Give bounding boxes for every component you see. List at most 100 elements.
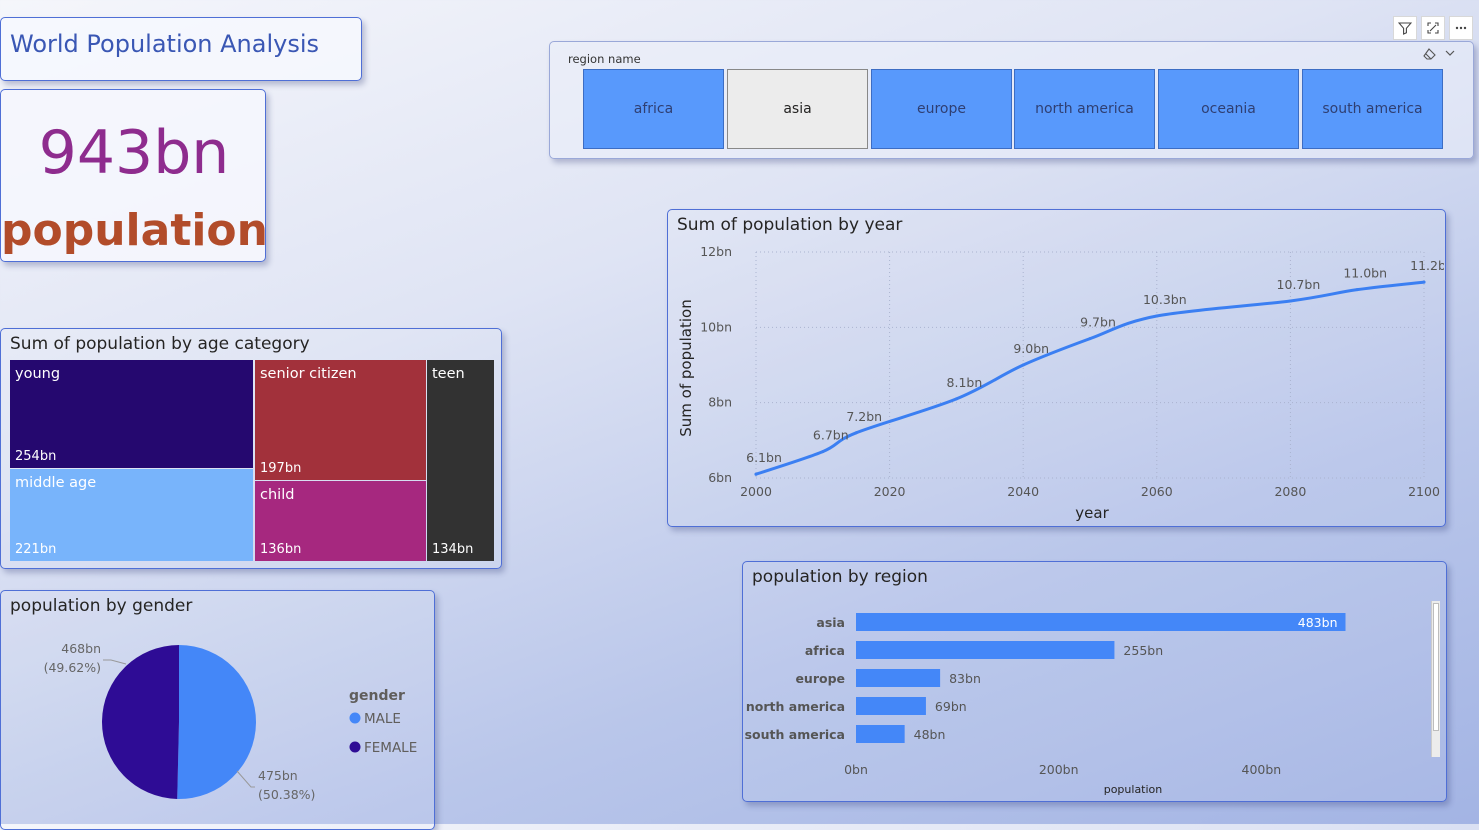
bar-value-label: 255bn [1123, 643, 1163, 658]
x-axis-label: year [1075, 504, 1109, 522]
slice-percent-label: (49.62%) [44, 660, 101, 675]
bar-chart-card: population by region asia 483bn africa 255b… [742, 561, 1447, 802]
scrollbar-thumb[interactable] [1433, 603, 1439, 731]
data-point [954, 397, 958, 401]
treemap-cell-value: 136bn [260, 542, 302, 557]
bar-europe [856, 669, 941, 687]
bar-value-label: 483bn [1298, 615, 1338, 630]
category-label: north america [746, 699, 845, 714]
treemap-cell-senior-citizen[interactable]: senior citizen 197bn [255, 360, 426, 480]
legend-label: FEMALE [364, 740, 417, 756]
bar-asia [856, 613, 1346, 631]
slice-value-label: 468bn [61, 641, 101, 656]
bar-value-label: 48bn [914, 727, 946, 742]
more-options-icon[interactable] [1449, 16, 1473, 40]
bar-value-label: 83bn [949, 671, 981, 686]
data-point [754, 472, 758, 476]
treemap-title: Sum of population by age category [10, 334, 310, 354]
pie-chart: 475bn (50.38%) 468bn (49.62%) gender MALE FEMA… [44, 641, 418, 802]
kpi-label: population [1, 205, 268, 256]
category-label: africa [805, 643, 845, 658]
region-slicer: region name africa asia europe north ame… [549, 41, 1474, 159]
y-tick-label: 12bn [700, 244, 732, 259]
legend-marker [349, 741, 361, 753]
leader-line [103, 659, 127, 665]
data-point [1021, 363, 1025, 367]
category-label: europe [795, 671, 845, 686]
data-point [854, 431, 858, 435]
pie-slice-female [101, 645, 179, 799]
data-point [821, 450, 825, 454]
legend-marker [349, 712, 361, 724]
treemap-cell-teen[interactable]: teen 134bn [427, 360, 494, 561]
data-label: 9.7bn [1080, 315, 1116, 330]
line-chart: 6bn 8bn 10bn 12bn 2000 2020 2040 2060 2080 2100 ye… [677, 244, 1444, 522]
bar-south-america [856, 725, 905, 743]
eraser-icon[interactable] [1423, 48, 1437, 63]
y-tick-label: 10bn [700, 319, 732, 334]
kpi-value: 943bn [38, 118, 230, 188]
x-tick-label: 0bn [844, 762, 868, 777]
data-label: 6.1bn [746, 450, 782, 465]
data-point [1088, 337, 1092, 341]
scrollbar[interactable] [1431, 601, 1440, 757]
chevron-down-icon[interactable] [1445, 48, 1455, 61]
treemap-cell-value: 197bn [260, 461, 302, 476]
slice-value-label: 475bn [258, 768, 298, 783]
bar-chart: asia 483bn africa 255bn europe 83bn north amer… [745, 613, 1346, 796]
data-point [1422, 280, 1426, 284]
data-label: 9.0bn [1013, 341, 1049, 356]
treemap-cell-value: 134bn [432, 542, 474, 557]
treemap-cell-middle-age[interactable]: middle age 221bn [10, 469, 253, 561]
slicer-tile-asia[interactable]: asia [727, 69, 868, 149]
category-label: south america [745, 727, 845, 742]
x-tick-label: 2000 [740, 484, 772, 499]
data-label: 11.2bn [1410, 258, 1444, 273]
slicer-tile-oceania[interactable]: oceania [1158, 69, 1299, 149]
treemap-cell-child[interactable]: child 136bn [255, 481, 426, 561]
treemap-cell-name: child [260, 487, 295, 503]
data-point [1355, 288, 1359, 292]
slice-percent-label: (50.38%) [258, 787, 315, 802]
focus-mode-icon[interactable] [1421, 16, 1445, 40]
treemap-cell-value: 221bn [15, 542, 57, 557]
line-chart-card: Sum of population by year 6bn 8bn 10bn 12bn… [667, 209, 1446, 527]
legend-label: MALE [364, 711, 401, 727]
gender-chart-card: population by gender 475bn (50.38%) 468bn(… [0, 590, 435, 830]
treemap-cell-young[interactable]: young 254bn [10, 360, 253, 468]
x-tick-label: 2100 [1408, 484, 1440, 499]
data-label: 8.1bn [947, 375, 983, 390]
treemap-cell-name: young [15, 366, 61, 382]
data-label: 7.2bn [846, 409, 882, 424]
data-label: 10.7bn [1277, 277, 1321, 292]
x-axis-label: population [1104, 783, 1163, 796]
pie-slice-male [177, 645, 256, 799]
x-tick-label: 200bn [1039, 762, 1079, 777]
x-tick-label: 2060 [1141, 484, 1173, 499]
slicer-tile-europe[interactable]: europe [871, 69, 1012, 149]
x-tick-label: 2040 [1007, 484, 1039, 499]
y-axis-label: Sum of population [677, 299, 695, 436]
data-point [1288, 299, 1292, 303]
slicer-tile-south-america[interactable]: south america [1302, 69, 1443, 149]
x-tick-label: 2020 [874, 484, 906, 499]
data-label: 10.3bn [1143, 292, 1187, 307]
category-label: asia [816, 615, 845, 630]
data-point [1155, 314, 1159, 318]
legend-title: gender [349, 688, 405, 704]
leader-line [236, 770, 255, 788]
report-title: World Population Analysis [10, 30, 320, 58]
series-line [754, 280, 1426, 476]
x-tick-label: 400bn [1242, 762, 1282, 777]
slicer-tile-north-america[interactable]: north america [1014, 69, 1155, 149]
title-card: World Population Analysis [0, 17, 362, 81]
treemap-cell-name: senior citizen [260, 366, 357, 382]
data-label: 11.0bn [1343, 266, 1387, 281]
treemap-cell-value: 254bn [15, 449, 57, 464]
treemap-cell-name: teen [432, 366, 465, 382]
treemap-cell-name: middle age [15, 475, 97, 491]
data-label: 6.7bn [813, 428, 849, 443]
y-tick-label: 6bn [708, 470, 732, 485]
slicer-tile-africa[interactable]: africa [583, 69, 724, 149]
filter-icon[interactable] [1393, 16, 1417, 40]
